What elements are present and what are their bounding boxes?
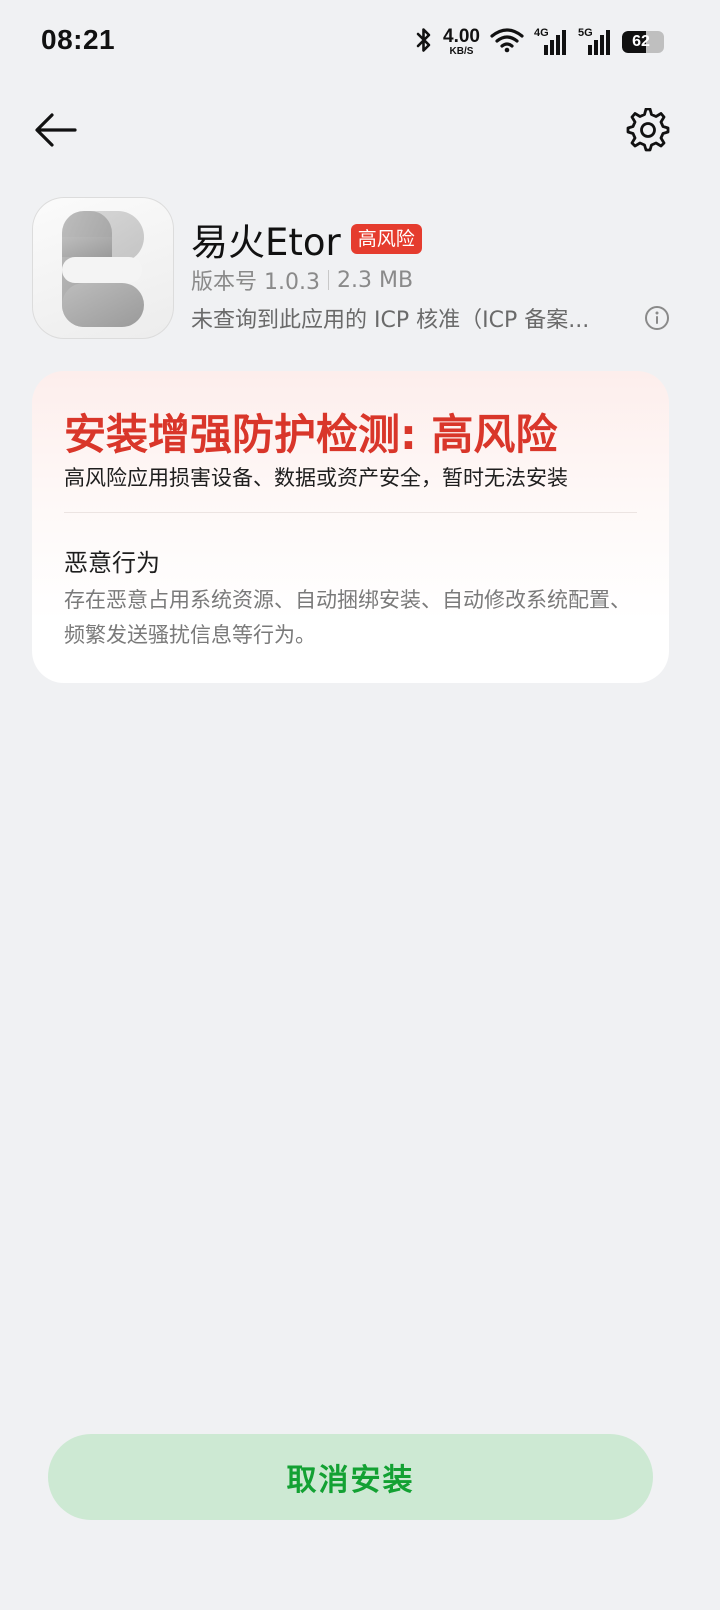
malicious-behavior-title: 恶意行为 — [64, 549, 160, 577]
signal-4g-icon: 4G — [534, 27, 568, 57]
gear-icon — [626, 107, 670, 156]
warning-card: 安装增强防护检测: 高风险 高风险应用损害设备、数据或资产安全，暂时无法安装 恶… — [32, 371, 669, 683]
warning-subtitle: 高风险应用损害设备、数据或资产安全，暂时无法安装 — [64, 466, 568, 490]
app-logo-e — [62, 211, 144, 327]
cancel-install-button[interactable]: 取消安装 — [48, 1434, 653, 1520]
icp-row[interactable]: 未查询到此应用的 ICP 核准（ICP 备案... — [191, 302, 671, 334]
app-name-row: 易火Etor 高风险 — [191, 212, 422, 266]
info-icon[interactable] — [643, 304, 671, 332]
app-name: 易火Etor — [191, 221, 341, 264]
bluetooth-icon — [415, 26, 433, 58]
status-icons: 4.00 KB/S 4G 5G 62 — [415, 22, 664, 62]
battery-level: 62 — [632, 33, 650, 50]
meta-separator — [327, 270, 329, 290]
risk-badge: 高风险 — [350, 224, 422, 254]
wifi-icon — [490, 27, 524, 57]
app-icon — [32, 197, 174, 339]
network-speed: 4.00 KB/S — [443, 27, 480, 57]
warning-title: 安装增强防护检测: 高风险 — [64, 410, 558, 459]
network-speed-value: 4.00 — [443, 26, 480, 47]
status-bar: 08:21 4.00 KB/S 4G 5G 62 — [0, 0, 720, 86]
icp-text: 未查询到此应用的 ICP 核准（ICP 备案... — [191, 308, 590, 333]
back-button[interactable] — [28, 104, 84, 160]
app-version: 版本号 1.0.3 — [191, 270, 320, 295]
arrow-left-icon — [34, 112, 78, 152]
settings-button[interactable] — [618, 102, 678, 162]
malicious-behavior-desc: 存在恶意占用系统资源、自动捆绑安装、自动修改系统配置、频繁发送骚扰信息等行为。 — [64, 588, 631, 647]
app-size: 2.3 MB — [336, 267, 414, 293]
battery-icon: 62 — [622, 31, 664, 53]
network-speed-unit: KB/S — [449, 46, 474, 57]
signal-5g-icon: 5G — [578, 27, 612, 57]
status-time: 08:21 — [41, 24, 116, 55]
warning-divider — [64, 512, 637, 513]
app-meta: 版本号 1.0.3 2.3 MB — [191, 264, 413, 296]
